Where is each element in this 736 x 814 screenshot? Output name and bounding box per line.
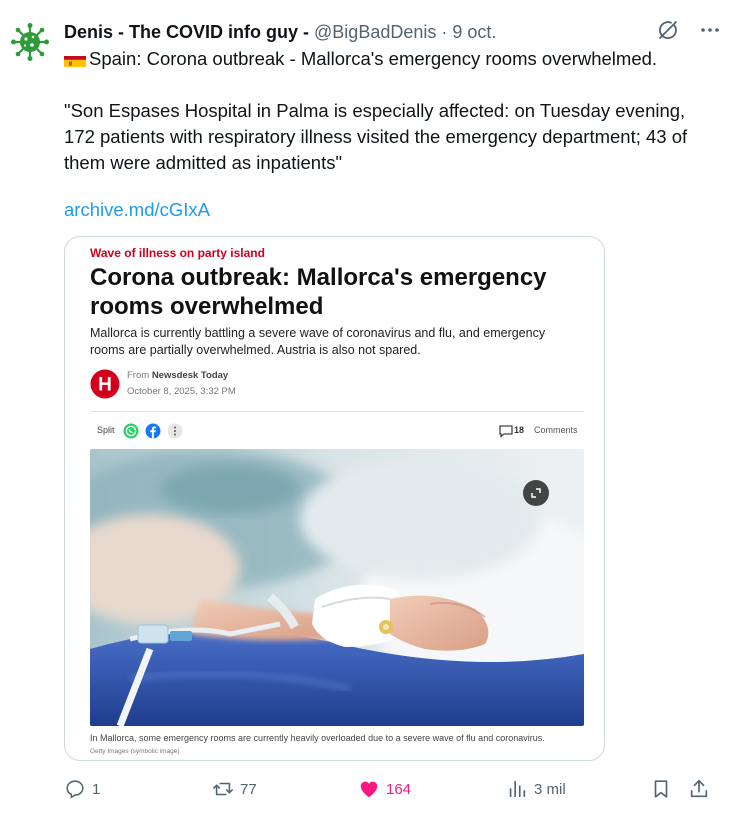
bookmark-icon: [654, 780, 668, 798]
split-label: Split: [97, 425, 115, 435]
repost-icon: [213, 782, 233, 796]
like-button[interactable]: 164: [358, 776, 411, 802]
article-headline: Corona outbreak: Mallorca's emergency ro…: [90, 264, 547, 320]
header-separator: ·: [441, 22, 448, 42]
post-line-1: Spain: Corona outbreak - Mallorca's emer…: [89, 48, 658, 69]
views-icon: [509, 780, 526, 798]
bookmark-button[interactable]: [650, 776, 672, 802]
views-count: 3 mil: [534, 780, 566, 798]
article-date: October 8, 2025, 3:32 PM: [127, 386, 236, 397]
reply-icon: [66, 780, 84, 799]
like-count: 164: [386, 780, 412, 798]
divider: [90, 411, 584, 412]
article-source: From Newsdesk Today: [127, 370, 228, 381]
source-name: Newsdesk Today: [151, 370, 229, 381]
reply-count: 1: [92, 780, 101, 798]
comments-label: Comments: [534, 425, 578, 435]
post-date[interactable]: 9 oct.: [452, 22, 496, 42]
post-text: Spain: Corona outbreak - Mallorca's emer…: [64, 46, 714, 176]
views-button[interactable]: 3 mil: [506, 776, 566, 802]
grok-icon[interactable]: [656, 18, 680, 42]
post-quote: "Son Espases Hospital in Palma is especi…: [64, 100, 688, 173]
share-button[interactable]: [688, 776, 710, 802]
share-row: Split 18 Comments: [90, 421, 584, 441]
article-photo: [90, 449, 584, 726]
repost-count: 77: [240, 780, 257, 798]
more-options-icon[interactable]: [698, 18, 722, 42]
facebook-icon: [145, 423, 161, 439]
more-share-icon: [167, 423, 183, 439]
comments-icon: [498, 423, 514, 439]
action-bar: 1 77 164 3 mil: [64, 776, 724, 802]
photo-credit: Getty Images (symbolic image): [90, 748, 180, 755]
author-name[interactable]: Denis - The COVID info guy -: [64, 22, 309, 42]
reply-button[interactable]: 1: [64, 776, 100, 802]
author-handle[interactable]: @BigBadDenis: [314, 22, 436, 42]
archive-link[interactable]: archive.md/cGIxA: [64, 197, 210, 223]
virus-avatar-icon: [11, 23, 49, 61]
article-lede: Mallorca is currently battling a severe …: [90, 326, 546, 357]
publisher-logo: H: [90, 369, 120, 399]
avatar[interactable]: [10, 22, 50, 62]
tweet-header: Denis - The COVID info guy - @BigBadDeni…: [64, 20, 496, 44]
article-screenshot-card[interactable]: Wave of illness on party island Corona o…: [64, 236, 605, 761]
article-kicker: Wave of illness on party island: [90, 246, 265, 260]
photo-caption: In Mallorca, some emergency rooms are cu…: [90, 733, 545, 743]
heart-icon: [360, 781, 378, 798]
repost-button[interactable]: 77: [212, 776, 257, 802]
publisher-logo-letter: H: [98, 375, 112, 396]
spain-flag-icon: [64, 52, 86, 67]
source-prefix: From: [127, 370, 150, 381]
expand-image-icon[interactable]: [523, 480, 549, 506]
share-icon: [690, 779, 708, 798]
whatsapp-icon: [123, 423, 139, 439]
comments-count: 18: [514, 425, 525, 435]
